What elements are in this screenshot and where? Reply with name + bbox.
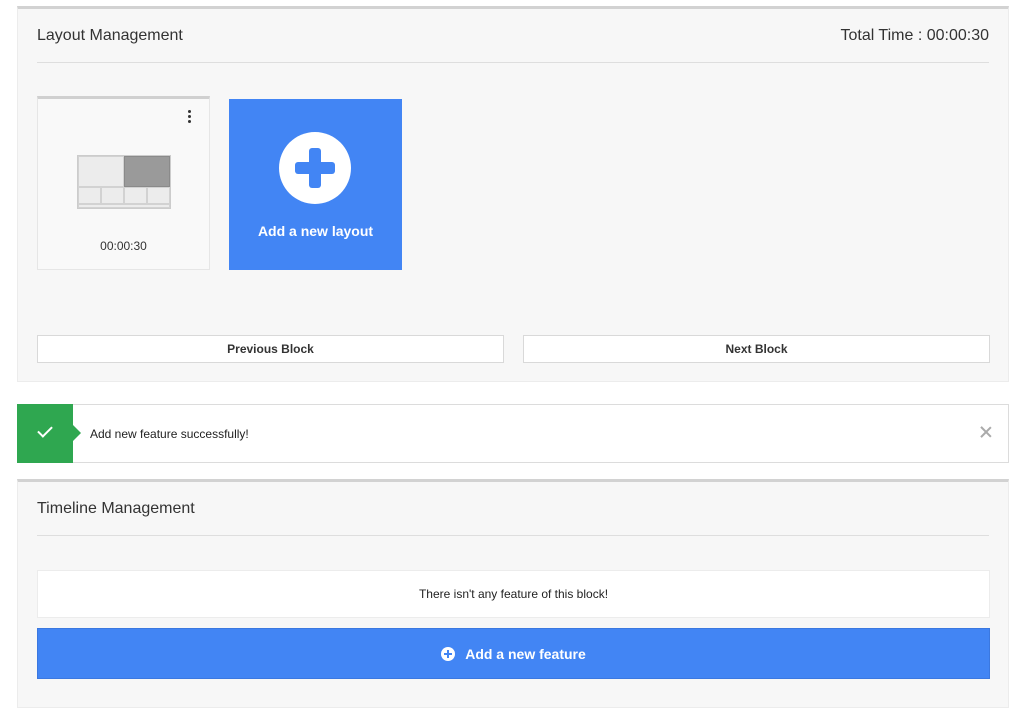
total-time: Total Time : 00:00:30 [840,26,989,44]
thumbnail-cell [101,187,124,204]
layout-panel-header: Layout Management Total Time : 00:00:30 [37,9,989,63]
thumbnail-cell [147,187,170,204]
layout-management-panel: Layout Management Total Time : 00:00:30 … [17,6,1009,382]
check-icon [37,422,53,438]
previous-block-button[interactable]: Previous Block [37,335,504,363]
thumbnail-cell [78,187,101,204]
notification-message: Add new feature successfully! [90,426,249,441]
plus-circle-icon [279,132,351,204]
notification-status [17,404,81,463]
thumbnail-cell [124,187,147,204]
layout-thumbnail [77,155,171,209]
thumbnail-cell [124,156,170,187]
layout-duration: 00:00:30 [100,239,147,253]
plus-circle-icon [441,646,456,661]
add-layout-button[interactable]: Add a new layout [229,99,402,270]
add-layout-label: Add a new layout [257,223,374,239]
timeline-management-panel: Timeline Management There isn't any feat… [17,479,1009,708]
layout-card[interactable]: 00:00:30 [37,96,210,270]
add-feature-label: Add a new feature [465,645,586,662]
more-vert-icon[interactable] [185,108,193,124]
add-feature-button[interactable]: Add a new feature [37,628,990,679]
timeline-panel-header: Timeline Management [37,482,989,536]
close-icon[interactable] [978,424,994,440]
thumbnail-cell [78,156,124,187]
timeline-management-title: Timeline Management [37,499,195,517]
empty-features-message: There isn't any feature of this block! [37,570,990,618]
next-block-button[interactable]: Next Block [523,335,990,363]
success-notification: Add new feature successfully! [17,404,1009,463]
thumbnail-cell [78,204,170,208]
layout-management-title: Layout Management [37,26,183,44]
